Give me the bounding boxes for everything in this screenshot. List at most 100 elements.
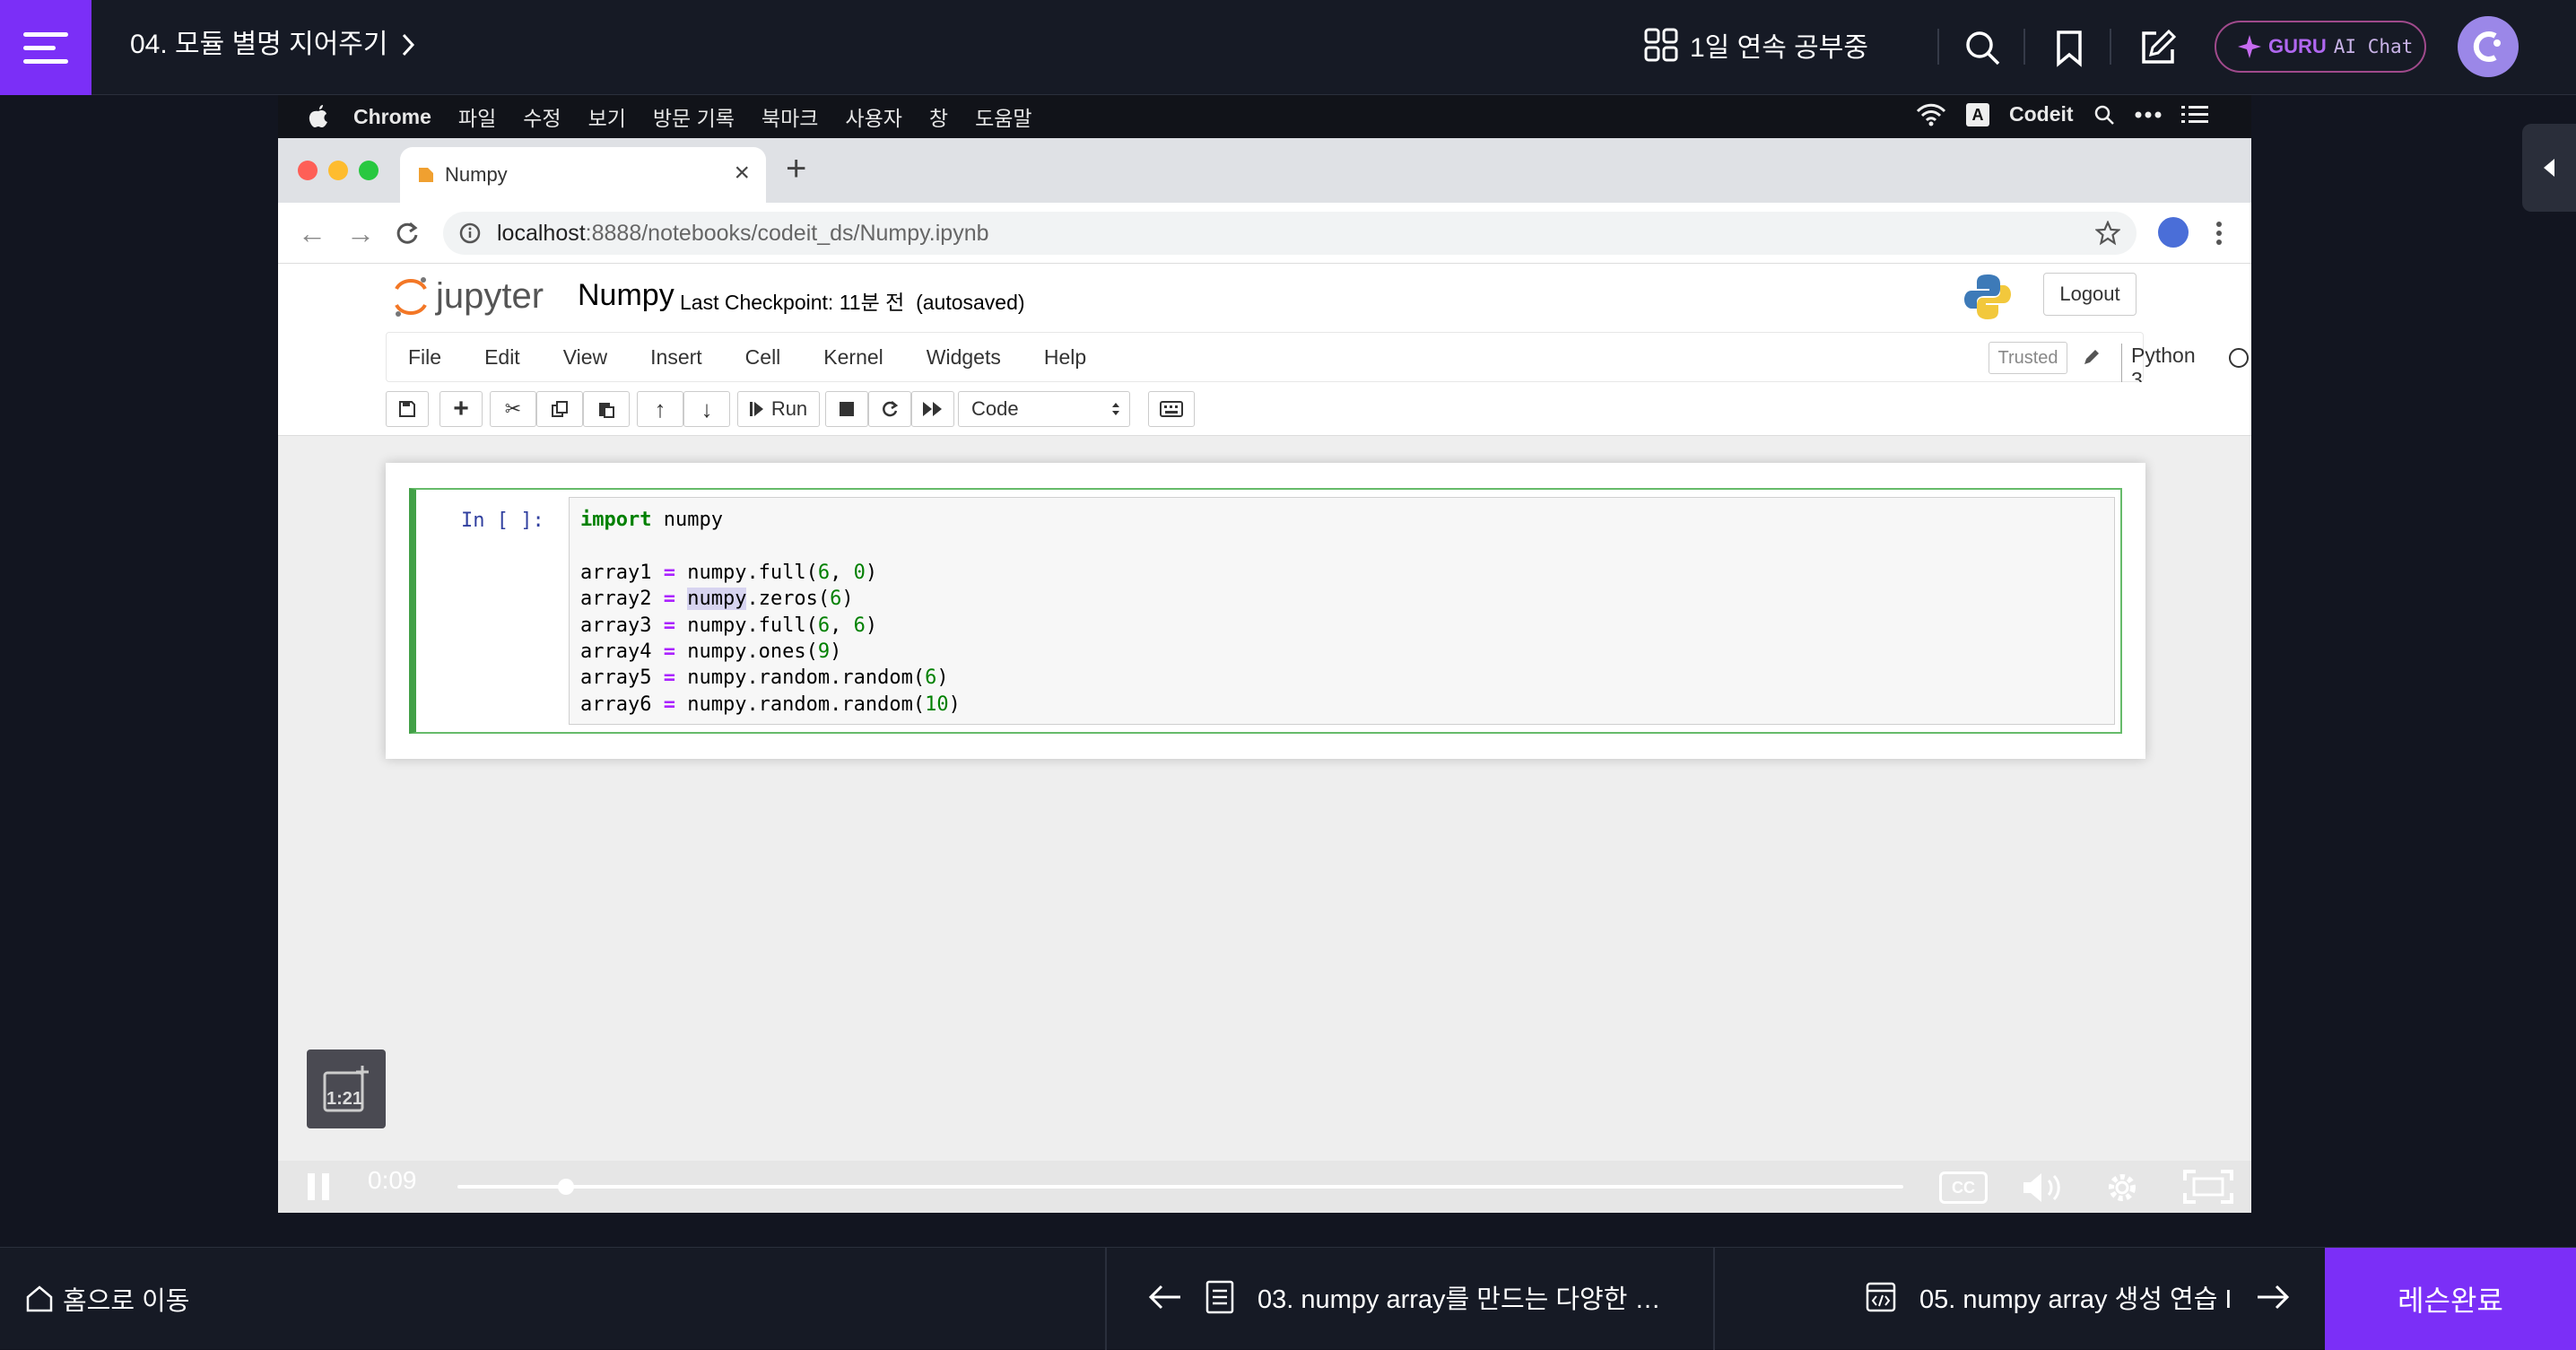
streak-indicator[interactable]: 1일 연속 공부중 — [1643, 25, 1868, 65]
scissors-icon: ✂ — [504, 397, 522, 420]
cell-type-value: Code — [971, 397, 1019, 420]
code-line: array6 = numpy.random.random(10) — [580, 692, 961, 716]
video-progress-track[interactable] — [457, 1185, 1903, 1189]
menu-edit[interactable]: Edit — [484, 345, 520, 370]
trusted-badge[interactable]: Trusted — [1989, 342, 2067, 374]
menu-kernel[interactable]: Kernel — [823, 345, 883, 370]
cell-type-select[interactable]: Code — [958, 391, 1130, 427]
pause-icon[interactable] — [307, 1173, 330, 1200]
menu-view[interactable]: View — [563, 345, 607, 370]
video-controls: 0:09 CC — [278, 1161, 2251, 1213]
document-icon — [1205, 1280, 1234, 1314]
wifi-icon — [1916, 103, 1946, 126]
add-bookmark-timestamp-button[interactable]: 1:21 — [307, 1050, 386, 1128]
notebook-name[interactable]: Numpy — [578, 278, 674, 313]
hamburger-line — [23, 31, 68, 37]
checkpoint-text: Last Checkpoint: 11분 전 — [680, 291, 905, 314]
step-forward-icon — [749, 402, 763, 416]
captions-button[interactable]: CC — [1939, 1171, 1988, 1204]
more-icon — [2135, 111, 2162, 118]
menu-widgets[interactable]: Widgets — [927, 345, 1001, 370]
bottom-bar: 홈으로 이동 03. numpy array를 만드는 다양한 … 05. nu… — [0, 1247, 2576, 1350]
notebook-favicon-icon — [419, 168, 433, 182]
browser-tab[interactable]: Numpy × — [400, 147, 766, 203]
mac-app-name: Chrome — [353, 104, 431, 128]
mac-menu-bar: Chrome 파일 수정 보기 방문 기록 북마크 사용자 창 도움말 A Co… — [278, 95, 2251, 138]
plus-icon: + — [453, 394, 469, 423]
guru-ai-chat-button[interactable]: GURU AI Chat — [2215, 21, 2426, 73]
arrow-right-icon — [2257, 1285, 2289, 1310]
back-icon[interactable]: ← — [298, 219, 326, 248]
url-host: localhost — [497, 220, 586, 246]
jupyter-logo[interactable]: jupyter — [393, 274, 544, 318]
close-tab-icon[interactable]: × — [734, 160, 750, 187]
kebab-menu-icon[interactable] — [2215, 221, 2223, 246]
search-icon[interactable] — [1962, 28, 2002, 67]
previous-lesson-link[interactable]: 03. numpy array를 만드는 다양한 … — [1148, 1278, 1660, 1316]
chrome-window: Numpy × + ← → localhost:8888/notebooks/c… — [278, 138, 2251, 1213]
copy-button[interactable] — [536, 391, 583, 427]
home-link[interactable]: 홈으로 이동 — [25, 1280, 189, 1318]
code-line: array1 = numpy.full(6, 0) — [580, 561, 878, 584]
settings-gear-icon[interactable] — [2104, 1170, 2140, 1206]
menu-insert[interactable]: Insert — [650, 345, 702, 370]
address-bar: ← → localhost:8888/notebooks/codeit_ds/N… — [278, 203, 2251, 264]
mac-menu-bookmarks: 북마크 — [761, 107, 819, 130]
command-palette-button[interactable] — [1148, 391, 1195, 427]
logout-button[interactable]: Logout — [2043, 273, 2137, 316]
stop-icon — [840, 402, 854, 416]
avatar[interactable] — [2458, 16, 2519, 77]
bookmark-icon[interactable] — [2049, 28, 2089, 67]
minimize-window-button[interactable] — [328, 161, 348, 180]
menu-button[interactable] — [0, 0, 91, 95]
lesson-title[interactable]: 04. 모듈 별명 지어주기 — [130, 27, 417, 63]
code-editor[interactable]: import numpy array1 = numpy.full(6, 0) ar… — [569, 497, 2115, 725]
interrupt-button[interactable] — [825, 391, 868, 427]
apple-icon — [309, 105, 327, 127]
lesson-complete-button[interactable]: 레슨완료 — [2325, 1248, 2576, 1350]
guru-brand: GURU — [2268, 35, 2327, 57]
arrow-left-icon — [1148, 1285, 1180, 1310]
mac-menu-user: 사용자 — [845, 107, 902, 130]
mac-menu-view: 보기 — [587, 107, 626, 130]
maximize-window-button[interactable] — [359, 161, 379, 180]
select-arrows-icon — [1112, 403, 1119, 415]
profile-avatar[interactable] — [2158, 217, 2189, 248]
run-button[interactable]: Run — [737, 391, 820, 427]
mac-menu-history: 방문 기록 — [652, 107, 735, 130]
edit-note-icon[interactable] — [2138, 28, 2178, 67]
fullscreen-icon[interactable] — [2183, 1170, 2233, 1204]
video-progress-knob[interactable] — [557, 1179, 574, 1195]
move-down-button[interactable]: ↓ — [683, 391, 730, 427]
menu-help[interactable]: Help — [1044, 345, 1086, 370]
sparkle-icon — [2238, 35, 2261, 58]
url-path: :8888/notebooks/codeit_ds/Numpy.ipynb — [585, 220, 989, 246]
hamburger-line — [23, 45, 56, 50]
save-button[interactable] — [386, 391, 429, 427]
next-lesson-link[interactable]: 05. numpy array 생성 연습 I — [1866, 1278, 2290, 1316]
menu-cell[interactable]: Cell — [745, 345, 781, 370]
side-panel-toggle[interactable] — [2522, 124, 2576, 212]
volume-icon[interactable] — [2022, 1171, 2067, 1204]
star-icon[interactable] — [2095, 221, 2120, 246]
code-cell[interactable]: In [ ]: import numpy array1 = numpy.full… — [409, 488, 2122, 734]
new-tab-icon[interactable]: + — [786, 151, 806, 187]
close-window-button[interactable] — [298, 161, 318, 180]
divider — [2110, 29, 2111, 65]
restart-run-all-button[interactable] — [911, 391, 954, 427]
reload-icon[interactable] — [395, 221, 420, 246]
pencil-icon[interactable] — [2082, 347, 2102, 367]
menu-file[interactable]: File — [408, 345, 441, 370]
insert-cell-button[interactable]: + — [439, 391, 483, 427]
cut-button[interactable]: ✂ — [490, 391, 536, 427]
divider — [1713, 1248, 1715, 1350]
url-field[interactable]: localhost:8888/notebooks/codeit_ds/Numpy… — [443, 212, 2137, 255]
forward-icon[interactable]: → — [346, 219, 375, 248]
jupyter-logo-icon — [395, 277, 427, 317]
top-bar: 04. 모듈 별명 지어주기 1일 연속 공부중 GURU AI Chat — [0, 0, 2576, 95]
paste-button[interactable] — [583, 391, 630, 427]
jupyter-menubar: File Edit View Insert Cell Kernel Widget… — [278, 332, 2251, 392]
restart-button[interactable] — [868, 391, 911, 427]
move-up-button[interactable]: ↑ — [637, 391, 683, 427]
code-line: array4 = numpy.ones(9) — [580, 640, 842, 664]
